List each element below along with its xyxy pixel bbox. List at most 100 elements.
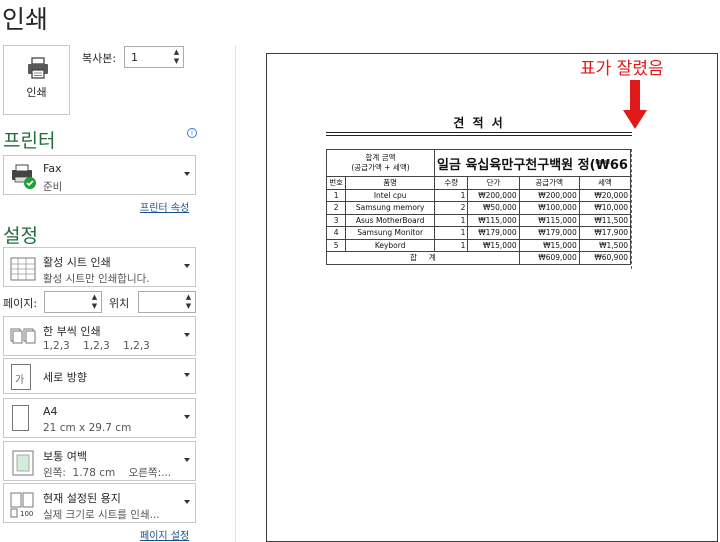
table-cell: 1	[326, 188, 347, 202]
table-cell: Intel cpu	[345, 188, 436, 202]
table-cell: 5	[326, 238, 347, 252]
collate-dropdown[interactable]: 한 부씩 인쇄 1,2,3 1,2,3 1,2,3	[3, 316, 196, 356]
table-cell: 1	[434, 238, 469, 252]
page-title: 인쇄	[2, 5, 49, 34]
printer-status: 준비	[43, 181, 63, 193]
table-header: 번호	[326, 176, 347, 190]
title-underline	[326, 132, 632, 136]
table-cell: Samsung memory	[345, 201, 436, 215]
table-cell: 2	[326, 201, 347, 215]
print-scope-dropdown[interactable]: 활성 시트 인쇄 활성 시트만 인쇄합니다.	[3, 247, 196, 287]
print-button-label: 인쇄	[26, 86, 47, 99]
table-cell: ₩100,000	[518, 201, 580, 215]
total-tax: ₩60,900	[578, 251, 631, 265]
printer-properties-link[interactable]: 프린터 속성	[140, 199, 189, 214]
table-cell: 1	[434, 226, 469, 240]
spin-down-icon[interactable]: ▼	[184, 302, 193, 311]
pages-to-input[interactable]: ▲ ▼	[138, 291, 196, 313]
margins-subtitle: 왼쪽: 1.78 cm 오른쪽:...	[43, 467, 172, 479]
table-cell: ₩179,000	[467, 226, 520, 240]
total-supply: ₩609,000	[518, 251, 580, 265]
chevron-down-icon	[184, 373, 190, 377]
pages-to-label: 위치	[109, 297, 130, 310]
table-header: 공급가액	[518, 176, 580, 190]
table-row: 5 Keybord 1 ₩15,000 ₩15,000 ₩1,500	[326, 238, 631, 252]
table-cell: ₩15,000	[518, 238, 580, 252]
table-cell: ₩10,000	[578, 201, 631, 215]
copies-input[interactable]: 1 ▲ ▼	[124, 46, 184, 68]
collate-subtitle: 1,2,3 1,2,3 1,2,3	[43, 340, 150, 352]
copies-label: 복사본:	[82, 52, 117, 65]
sheet-grid-icon	[10, 257, 36, 281]
table-cell: ₩200,000	[518, 188, 580, 202]
spin-up-icon[interactable]: ▲	[184, 293, 193, 302]
chevron-down-icon	[184, 172, 190, 176]
chevron-down-icon	[184, 415, 190, 419]
spin-up-icon[interactable]: ▲	[90, 293, 99, 302]
orientation-title: 세로 방향	[43, 371, 87, 384]
pages-label: 페이지:	[3, 297, 38, 310]
red-arrow-icon	[623, 80, 647, 129]
table-cell: ₩50,000	[467, 201, 520, 215]
margins-icon	[12, 450, 34, 476]
spin-up-icon[interactable]: ▲	[172, 48, 181, 57]
chevron-down-icon	[184, 333, 190, 337]
table-cell: ₩115,000	[467, 213, 520, 227]
settings-section-title: 설정	[3, 225, 38, 247]
estimate-table-preview: 합계 금액 (공급가액 + 세액) 일금 육십육만구천구백원 정(₩66 번호 …	[326, 149, 632, 269]
table-header: 수량	[434, 176, 469, 190]
table-header-row: 번호 품명 수량 단가 공급가액 세액	[326, 176, 631, 190]
copies-value: 1	[131, 51, 138, 64]
sum-sub-label: (공급가액 + 세액)	[351, 163, 410, 172]
chevron-down-icon	[184, 500, 190, 504]
panel-divider	[235, 45, 236, 542]
paper-subtitle: 21 cm x 29.7 cm	[43, 422, 132, 434]
print-scope-title: 활성 시트 인쇄	[43, 256, 111, 269]
orientation-dropdown[interactable]: 가 세로 방향	[3, 358, 196, 394]
printer-icon	[28, 57, 48, 79]
page-setup-link[interactable]: 페이지 설정	[140, 527, 189, 542]
table-header: 품명	[345, 176, 436, 190]
table-cell: ₩15,000	[467, 238, 520, 252]
sum-label: 합계 금액	[365, 153, 396, 162]
document-title: 견 적 서	[453, 116, 505, 130]
sum-label-cell: 합계 금액 (공급가액 + 세액)	[326, 149, 436, 177]
margins-dropdown[interactable]: 보통 여백 왼쪽: 1.78 cm 오른쪽:...	[3, 441, 196, 481]
cut-off-annotation: 표가 잘렸음	[580, 59, 664, 79]
table-row: 3 Asus MotherBoard 1 ₩115,000 ₩115,000 ₩…	[326, 213, 631, 227]
printer-name: Fax	[43, 162, 62, 175]
table-cell: Asus MotherBoard	[345, 213, 436, 227]
spin-down-icon[interactable]: ▼	[90, 302, 99, 311]
table-cell: ₩11,500	[578, 213, 631, 227]
margins-title: 보통 여백	[43, 450, 87, 463]
table-cell: 1	[434, 213, 469, 227]
table-cell: ₩115,000	[518, 213, 580, 227]
table-cell: ₩20,000	[578, 188, 631, 202]
printer-dropdown[interactable]: Fax 준비	[3, 155, 196, 195]
chevron-down-icon	[184, 458, 190, 462]
chevron-down-icon	[184, 264, 190, 268]
orientation-glyph: 가	[15, 375, 25, 386]
printer-section-title: 프린터	[3, 130, 56, 152]
table-header: 세액	[578, 176, 631, 190]
pages-from-input[interactable]: ▲ ▼	[44, 291, 102, 313]
scaling-dropdown[interactable]: 100 현재 설정된 용지 실제 크기로 시트를 인쇄...	[3, 483, 196, 523]
paper-size-dropdown[interactable]: A4 21 cm x 29.7 cm	[3, 398, 196, 438]
info-icon[interactable]: i	[187, 128, 197, 138]
portrait-orientation-icon: 가	[11, 364, 31, 390]
table-cell: Samsung Monitor	[345, 226, 436, 240]
table-row: 4 Samsung Monitor 1 ₩179,000 ₩179,000 ₩1…	[326, 226, 631, 240]
sum-value: 일금 육십육만구천구백원 정(₩66	[434, 149, 631, 177]
table-cell: 2	[434, 201, 469, 215]
table-cell: 3	[326, 213, 347, 227]
print-scope-subtitle: 활성 시트만 인쇄합니다.	[43, 273, 150, 285]
print-button[interactable]: 인쇄	[3, 45, 70, 115]
fax-printer-icon	[12, 164, 36, 189]
table-row: 1 Intel cpu 1 ₩200,000 ₩200,000 ₩20,000	[326, 188, 631, 202]
table-header: 단가	[467, 176, 520, 190]
table-cell: ₩200,000	[467, 188, 520, 202]
total-label: 합 계	[326, 251, 520, 265]
spin-down-icon[interactable]: ▼	[172, 57, 181, 66]
collate-title: 한 부씩 인쇄	[43, 325, 101, 338]
table-cell: 4	[326, 226, 347, 240]
